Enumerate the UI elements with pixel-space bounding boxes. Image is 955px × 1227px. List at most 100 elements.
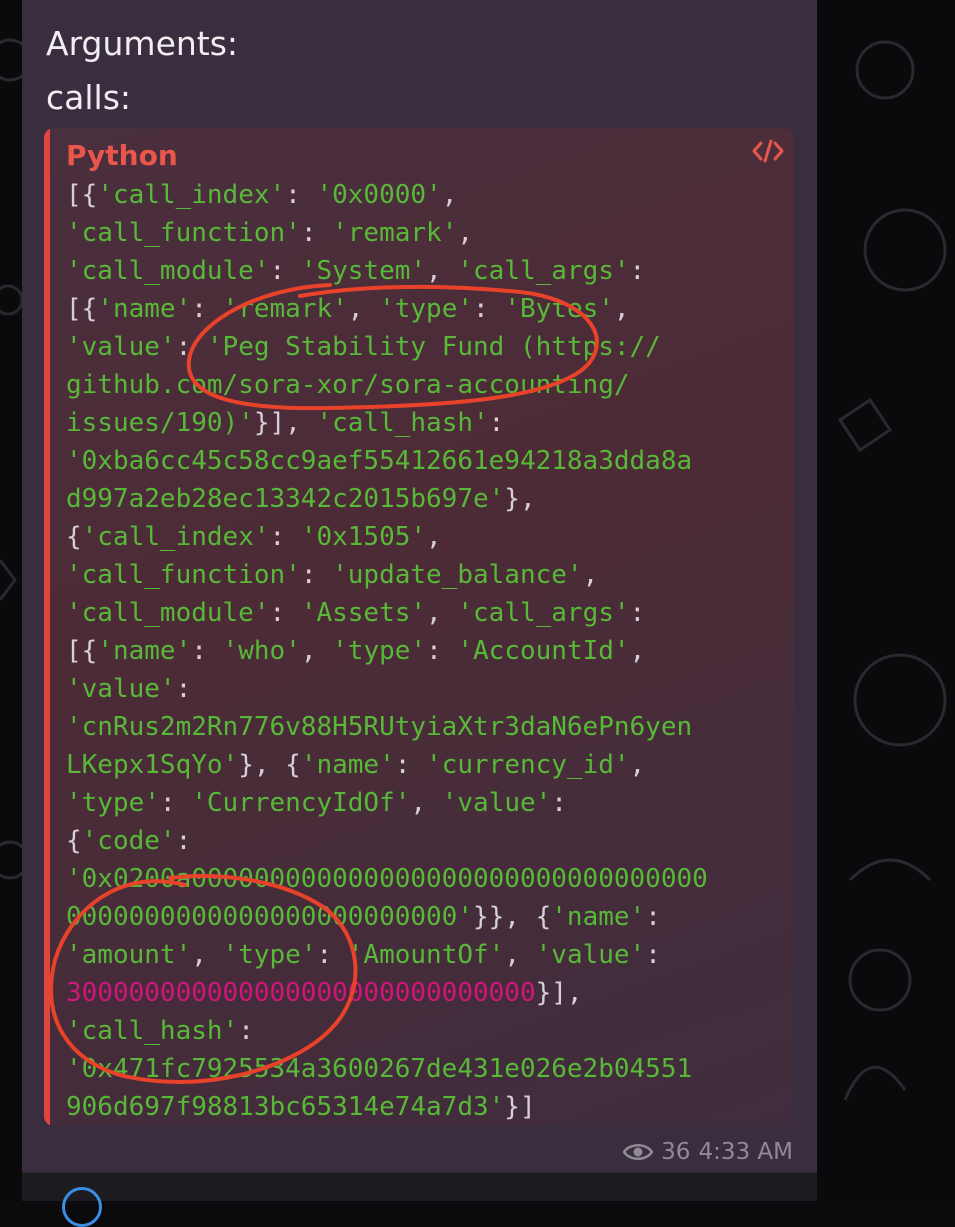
- code-punctuation: :: [300, 560, 333, 590]
- code-string: 'System': [300, 256, 427, 286]
- code-string: 'cnRus2m2Rn776v88H5RUtyiaXtr3daN6ePn6yen: [66, 712, 693, 742]
- code-punctuation: :: [645, 902, 661, 932]
- code-punctuation: ,: [191, 940, 223, 970]
- code-punctuation: :: [175, 826, 192, 856]
- code-punctuation: }, {: [238, 750, 301, 780]
- code-string: 'call_function': [66, 218, 301, 248]
- code-punctuation: :: [551, 788, 567, 818]
- code-punctuation: :: [300, 218, 333, 248]
- code-string: issues/190)': [66, 408, 254, 438]
- code-string: d997a2eb28ec13342c2015b697e': [66, 484, 505, 514]
- code-number: 300000000000000000000000000000: [66, 978, 536, 1008]
- calls-heading: calls:: [46, 78, 132, 117]
- code-punctuation: :: [426, 636, 458, 666]
- code-punctuation: :: [316, 940, 348, 970]
- code-punctuation: ,: [426, 598, 458, 628]
- code-punctuation: }}, {: [473, 902, 552, 932]
- code-string: 'remark': [332, 218, 458, 248]
- code-punctuation: :: [175, 332, 207, 362]
- code-line: '0x0200a00000000000000000000000000000000…: [66, 860, 708, 898]
- code-content: [{'call_index': '0x0000', 'call_function'…: [66, 176, 708, 1126]
- code-string: 'name': [551, 902, 646, 932]
- code-line: [{'name': 'who', 'type': 'AccountId',: [66, 632, 708, 670]
- code-string: 'Assets': [300, 598, 427, 628]
- code-punctuation: }],: [535, 978, 583, 1008]
- code-line: 'cnRus2m2Rn776v88H5RUtyiaXtr3daN6ePn6yen: [66, 708, 708, 746]
- code-string: 'currency_id': [426, 750, 630, 780]
- code-string: 'CurrencyIdOf': [191, 788, 411, 818]
- code-punctuation: [{: [66, 636, 98, 666]
- code-string: 'Bytes': [504, 294, 614, 324]
- code-line: 'value':: [66, 670, 708, 708]
- code-string: '0x0200a00000000000000000000000000000000…: [66, 864, 708, 894]
- code-punctuation: :: [629, 256, 646, 286]
- eye-icon: [623, 1144, 654, 1160]
- code-string: 'value': [66, 674, 176, 704]
- code-string: 'call_module': [66, 598, 270, 628]
- code-string: github.com/sora-xor/sora-accounting/: [66, 370, 630, 400]
- code-string: 'call_hash': [316, 408, 489, 438]
- code-string: 'value': [535, 940, 646, 970]
- code-punctuation: :: [488, 408, 505, 438]
- code-punctuation: :: [269, 598, 301, 628]
- code-string: '0x0000': [316, 180, 442, 210]
- code-punctuation: ,: [629, 750, 646, 780]
- code-string: 'name': [300, 750, 395, 780]
- code-string: 'name': [97, 636, 192, 666]
- code-string: 'code': [81, 826, 176, 856]
- code-string: 'type': [379, 294, 474, 324]
- code-string: '0x471fc7925534a3600267de431e026e2b04551: [66, 1054, 693, 1084]
- code-punctuation: ,: [426, 522, 442, 552]
- code-punctuation: ,: [582, 560, 599, 590]
- code-embed-icon[interactable]: [752, 138, 784, 164]
- code-line: 906d697f98813bc65314e74a7d3'}]: [66, 1088, 708, 1126]
- code-string: 'name': [97, 294, 192, 324]
- code-punctuation: :: [285, 180, 317, 210]
- code-line: '0x471fc7925534a3600267de431e026e2b04551: [66, 1050, 708, 1088]
- code-line: {'code':: [66, 822, 708, 860]
- code-punctuation: :: [473, 294, 505, 324]
- code-line: {'call_index': '0x1505',: [66, 518, 708, 556]
- code-punctuation: {: [66, 826, 82, 856]
- code-line: 'call_hash':: [66, 1012, 708, 1050]
- code-punctuation: :: [191, 294, 223, 324]
- code-string: 'type': [66, 788, 160, 818]
- code-punctuation: :: [629, 598, 646, 628]
- code-string: 'type': [332, 636, 427, 666]
- code-string: '0x1505': [300, 522, 427, 552]
- view-count: 36: [661, 1139, 691, 1165]
- code-punctuation: ,: [457, 218, 474, 248]
- code-string: 'value': [441, 788, 552, 818]
- code-punctuation: ,: [410, 788, 442, 818]
- code-punctuation: :: [269, 522, 301, 552]
- code-string: 'AccountId': [457, 636, 630, 666]
- code-string: 'update_balance': [332, 560, 583, 590]
- code-punctuation: :: [645, 940, 661, 970]
- code-punctuation: :: [175, 674, 192, 704]
- code-block-accent-bar: [44, 128, 50, 1126]
- code-string: 'call_function': [66, 560, 301, 590]
- code-punctuation: :: [394, 750, 427, 780]
- message-time: 4:33 AM: [698, 1139, 793, 1165]
- code-line: [{'call_index': '0x0000',: [66, 176, 708, 214]
- code-string: 'amount': [66, 940, 192, 970]
- code-string: 'who': [222, 636, 301, 666]
- code-line: 'amount', 'type': 'AmountOf', 'value':: [66, 936, 708, 974]
- code-punctuation: :: [191, 636, 223, 666]
- code-string: 'call_args': [457, 598, 630, 628]
- code-punctuation: :: [238, 1016, 254, 1046]
- arguments-heading: Arguments:: [46, 24, 239, 63]
- code-line: 300000000000000000000000000000}],: [66, 974, 708, 1012]
- code-line: issues/190)'}], 'call_hash':: [66, 404, 708, 442]
- code-string: 'call_hash': [66, 1016, 239, 1046]
- scroll-button[interactable]: [62, 1187, 102, 1227]
- code-punctuation: :: [269, 256, 301, 286]
- code-line: 0000000000000000000000000'}}, {'name':: [66, 898, 708, 936]
- code-line: [{'name': 'remark', 'type': 'Bytes',: [66, 290, 708, 328]
- code-punctuation: },: [504, 484, 536, 514]
- code-line: 'call_function': 'update_balance',: [66, 556, 708, 594]
- code-block: Python [{'call_index': '0x0000','call_fu…: [44, 128, 794, 1126]
- code-string: 906d697f98813bc65314e74a7d3': [66, 1092, 505, 1122]
- code-punctuation: ,: [426, 256, 458, 286]
- code-line: 'value': 'Peg Stability Fund (https://: [66, 328, 708, 366]
